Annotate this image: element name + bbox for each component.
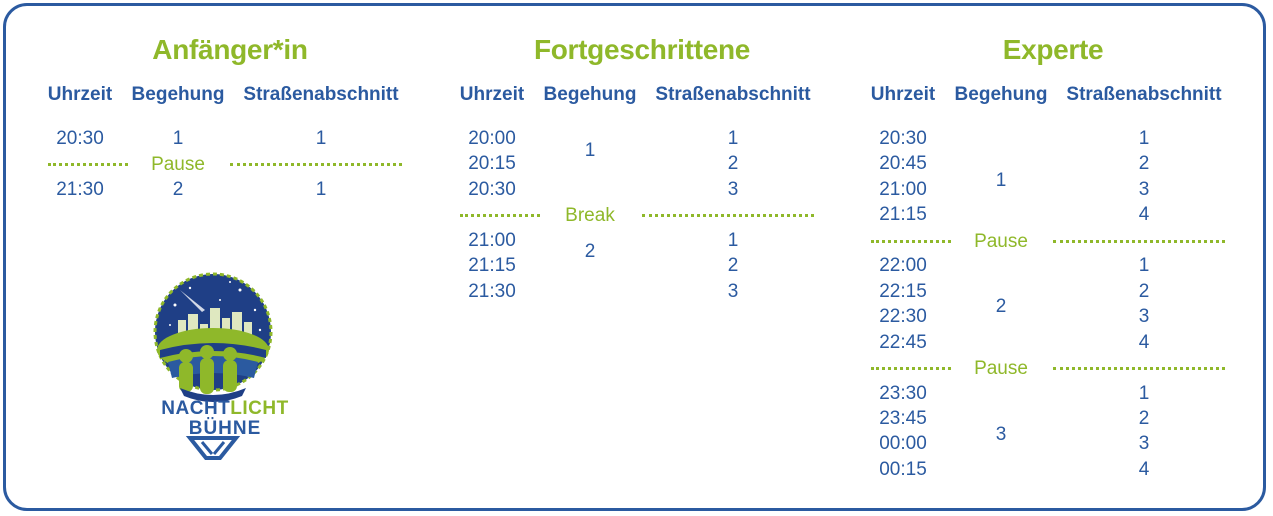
beginner-title: Anfänger*in xyxy=(152,34,308,65)
pause-label: Pause xyxy=(151,154,205,175)
pause-label: Pause xyxy=(974,231,1028,252)
expert-section: 2 xyxy=(1138,153,1150,174)
advanced-section: 1 xyxy=(727,230,739,251)
header-walk: Begehung xyxy=(954,84,1048,105)
break-divider-left xyxy=(460,214,540,217)
expert-time: 00:15 xyxy=(879,459,927,480)
break-divider-right xyxy=(642,214,814,217)
pause-divider-right xyxy=(1053,367,1225,370)
lightbulb-logo-icon xyxy=(153,272,273,460)
header-time: Uhrzeit xyxy=(47,84,113,105)
expert-section: 1 xyxy=(1138,383,1150,404)
expert-section: 3 xyxy=(1138,179,1150,200)
header-section: Straßenabschnitt xyxy=(1066,84,1222,105)
expert-walk: 2 xyxy=(995,296,1007,317)
beginner-section-2: 1 xyxy=(315,179,327,200)
expert-time: 22:45 xyxy=(879,332,927,353)
expert-section: 1 xyxy=(1138,128,1150,149)
expert-title: Experte xyxy=(1002,34,1104,65)
pause-divider-right xyxy=(1053,240,1225,243)
expert-time: 22:30 xyxy=(879,306,927,327)
beginner-walk-1: 1 xyxy=(172,128,184,149)
advanced-column: Fortgeschrittene Uhrzeit Begehung Straße… xyxy=(452,0,832,516)
advanced-title: Fortgeschrittene xyxy=(533,34,751,65)
advanced-section: 1 xyxy=(727,128,739,149)
advanced-section: 3 xyxy=(727,281,739,302)
expert-column: Experte Uhrzeit Begehung Straßenabschnit… xyxy=(863,0,1243,516)
header-section: Straßenabschnitt xyxy=(655,84,811,105)
expert-section: 1 xyxy=(1138,255,1150,276)
expert-time: 21:15 xyxy=(879,204,927,225)
logo-word-nacht: NACHT xyxy=(161,398,231,419)
expert-time: 21:00 xyxy=(879,179,927,200)
expert-section: 2 xyxy=(1138,281,1150,302)
nachtlicht-buehne-logo: NACHTLICHT BÜHNE xyxy=(150,270,300,470)
expert-section: 2 xyxy=(1138,408,1150,429)
beginner-time-2: 21:30 xyxy=(56,179,104,200)
advanced-time: 21:00 xyxy=(468,230,516,251)
pause-divider-left xyxy=(871,367,951,370)
expert-section: 4 xyxy=(1138,204,1150,225)
advanced-section: 2 xyxy=(727,255,739,276)
expert-walk: 1 xyxy=(995,170,1007,191)
expert-time: 00:00 xyxy=(879,433,927,454)
expert-time: 23:30 xyxy=(879,383,927,404)
beginner-time-1: 20:30 xyxy=(56,128,104,149)
header-walk: Begehung xyxy=(543,84,637,105)
pause-label: Pause xyxy=(974,358,1028,379)
header-walk: Begehung xyxy=(131,84,225,105)
advanced-time: 20:15 xyxy=(468,153,516,174)
expert-time: 20:30 xyxy=(879,128,927,149)
advanced-time: 20:30 xyxy=(468,179,516,200)
advanced-walk: 1 xyxy=(584,140,596,161)
header-section: Straßenabschnitt xyxy=(243,84,399,105)
advanced-time: 21:30 xyxy=(468,281,516,302)
logo-wordmark-line2: BÜHNE xyxy=(188,418,262,439)
expert-time: 23:45 xyxy=(879,408,927,429)
advanced-section: 3 xyxy=(727,179,739,200)
pause-divider-right xyxy=(230,163,402,166)
header-time: Uhrzeit xyxy=(870,84,936,105)
expert-time: 22:15 xyxy=(879,281,927,302)
header-time: Uhrzeit xyxy=(459,84,525,105)
pause-divider-left xyxy=(48,163,128,166)
expert-section: 4 xyxy=(1138,459,1150,480)
advanced-time: 21:15 xyxy=(468,255,516,276)
break-label: Break xyxy=(565,205,615,226)
advanced-walk: 2 xyxy=(584,241,596,262)
advanced-time: 20:00 xyxy=(468,128,516,149)
expert-time: 22:00 xyxy=(879,255,927,276)
expert-walk: 3 xyxy=(995,424,1007,445)
logo-wordmark-line1: NACHTLICHT xyxy=(150,398,300,420)
advanced-section: 2 xyxy=(727,153,739,174)
pause-divider-left xyxy=(871,240,951,243)
beginner-section-1: 1 xyxy=(315,128,327,149)
expert-time: 20:45 xyxy=(879,153,927,174)
expert-section: 3 xyxy=(1138,306,1150,327)
expert-section: 3 xyxy=(1138,433,1150,454)
beginner-walk-2: 2 xyxy=(172,179,184,200)
expert-section: 4 xyxy=(1138,332,1150,353)
logo-word-licht: LICHT xyxy=(230,398,289,419)
